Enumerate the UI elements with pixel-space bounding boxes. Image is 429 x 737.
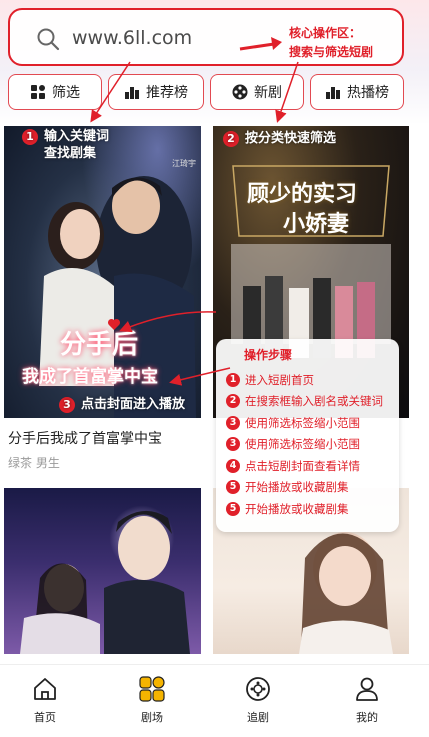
callout-keyword: 1 输入关键词 查找剧集	[22, 128, 109, 162]
poster-title-art: 分手后	[60, 330, 139, 360]
grid-icon	[31, 85, 45, 99]
callout-category: 2 按分类快速筛选	[223, 130, 336, 147]
filter-label: 推荐榜	[146, 85, 188, 101]
bottom-navigation: 首页 剧场 追剧 我的	[0, 664, 429, 737]
search-input[interactable]	[72, 22, 232, 54]
steps-title: 操作步骤	[244, 348, 293, 362]
step-item: 3 使用筛选标签缩小范围	[226, 412, 391, 434]
poster-title-art: 顾少的实习	[247, 181, 358, 207]
filter-tabs: 筛选 推荐榜 新剧 热播榜	[8, 74, 406, 110]
nav-label: 首页	[34, 711, 56, 724]
follow-play-icon	[246, 677, 270, 701]
user-icon	[356, 677, 378, 701]
filter-button-screen[interactable]: 筛选	[8, 74, 102, 110]
nav-label: 我的	[356, 711, 378, 724]
filter-button-recommend[interactable]: 推荐榜	[108, 74, 204, 110]
filter-button-hot[interactable]: 热播榜	[310, 74, 404, 110]
nav-follow[interactable]: 追剧	[228, 675, 288, 725]
filter-label: 筛选	[52, 85, 80, 101]
nav-theater[interactable]: 剧场	[122, 675, 182, 725]
callout-text: 查找剧集	[44, 146, 97, 161]
step-text: 在搜索框输入剧名或关键词	[245, 394, 383, 409]
step-text: 开始播放或收藏剧集	[245, 501, 349, 516]
drama-poster[interactable]	[4, 488, 201, 654]
callout-text: 按分类快速筛选	[245, 131, 337, 146]
drama-title[interactable]: 分手后我成了首富掌中宝	[8, 428, 162, 448]
nav-label: 追剧	[247, 711, 269, 724]
theater-grid-icon	[139, 676, 165, 702]
nav-label: 剧场	[141, 711, 163, 724]
step-number-badge: 4	[226, 458, 240, 473]
poster-title-art: 小娇妻	[283, 211, 350, 237]
bar-chart-icon	[125, 87, 139, 99]
step-text: 点击短剧封面查看详情	[245, 458, 360, 473]
film-reel-icon	[232, 84, 248, 100]
step-item: 2 在搜索框输入剧名或关键词	[226, 391, 391, 413]
step-number-badge: 2	[226, 394, 240, 409]
filter-label: 热播榜	[347, 85, 389, 101]
step-number-badge: 2	[223, 130, 239, 147]
callout-tap-cover: 3 点击封面进入播放	[59, 396, 185, 413]
nav-mine[interactable]: 我的	[337, 675, 397, 725]
drama-genre-tags: 绿茶 男生	[8, 456, 60, 470]
callout-text: 点击封面进入播放	[81, 397, 186, 412]
step-number-badge: 3	[226, 437, 240, 452]
operation-steps-panel: 操作步骤 1 进入短剧首页 2 在搜索框输入剧名或关键词 3 使用筛选标签缩小范围 3…	[216, 339, 399, 532]
search-icon	[37, 28, 60, 51]
drama-poster[interactable]: 1 输入关键词 查找剧集 分手后 我成了首富掌中宝 江琦宇 3 点击封面进入播放	[4, 126, 201, 418]
home-icon	[34, 678, 56, 700]
filter-label: 新剧	[254, 85, 282, 101]
bar-chart-icon	[326, 87, 340, 99]
step-number-badge: 3	[226, 415, 240, 430]
filter-button-new[interactable]: 新剧	[210, 74, 304, 110]
step-item: 5 开始播放或收藏剧集	[226, 498, 391, 520]
core-area-annotation: 核心操作区： 搜索与筛选短剧	[289, 24, 409, 62]
step-text: 使用筛选标签缩小范围	[245, 437, 360, 452]
step-number-badge: 1	[226, 372, 240, 387]
step-number-badge: 5	[226, 501, 240, 516]
poster-figures	[20, 510, 190, 654]
poster-title-art: 我成了首富掌中宝	[22, 367, 158, 387]
step-number-badge: 1	[22, 128, 38, 145]
step-text: 进入短剧首页	[245, 372, 314, 387]
step-text: 开始播放或收藏剧集	[245, 480, 349, 495]
arrow-icon	[239, 37, 282, 51]
step-item: 5 开始播放或收藏剧集	[226, 477, 391, 499]
step-item: 4 点击短剧封面查看详情	[226, 455, 391, 477]
annotation-line: 核心操作区：	[289, 26, 362, 40]
step-number-badge: 3	[59, 396, 75, 413]
step-text: 使用筛选标签缩小范围	[245, 415, 360, 430]
step-item: 1 进入短剧首页	[226, 369, 391, 391]
step-number-badge: 5	[226, 480, 240, 495]
poster-cast-name: 江琦宇	[172, 159, 196, 168]
search-bar[interactable]: 核心操作区： 搜索与筛选短剧	[8, 8, 404, 66]
annotation-line: 搜索与筛选短剧	[289, 45, 374, 59]
callout-text: 输入关键词	[44, 129, 110, 144]
step-item: 3 使用筛选标签缩小范围	[226, 434, 391, 456]
nav-home[interactable]: 首页	[15, 675, 75, 725]
